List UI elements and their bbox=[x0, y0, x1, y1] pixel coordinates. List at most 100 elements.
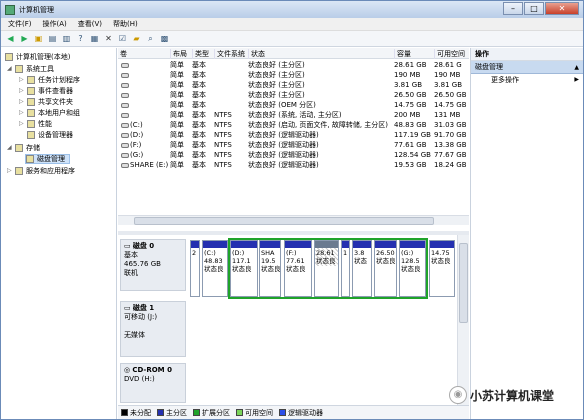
properties-icon[interactable]: ▥ bbox=[61, 33, 72, 44]
tree-event-viewer[interactable]: ▷ 事件查看器 bbox=[19, 86, 73, 96]
tree-disk-management[interactable]: 磁盘管理 bbox=[25, 154, 70, 164]
tools-icon bbox=[15, 65, 23, 73]
menu-file[interactable]: 文件(F) bbox=[8, 19, 32, 29]
table-row[interactable]: 简单 基本 状态良好 (主分区) 26.50 GB 26.50 GB bbox=[118, 91, 469, 100]
table-row[interactable]: (C:) 简单 基本 NTFS 状态良好 (启动, 页面文件, 故障转储, 主分区) 48… bbox=[118, 121, 469, 130]
collapse-icon[interactable]: ◢ bbox=[7, 64, 13, 74]
scrollbar-thumb[interactable] bbox=[134, 217, 434, 225]
partition-color-bar bbox=[430, 241, 454, 248]
tree-performance[interactable]: ▷ 性能 bbox=[19, 119, 52, 129]
tree-system-tools[interactable]: ◢ 系统工具 bbox=[7, 64, 54, 74]
search-icon[interactable]: ⌕ bbox=[145, 33, 156, 44]
column-free-space[interactable]: 可用空间 bbox=[434, 49, 469, 59]
expand-icon[interactable]: ▷ bbox=[19, 108, 25, 118]
check-icon[interactable]: ☑ bbox=[117, 33, 128, 44]
partition-label: 2 bbox=[191, 248, 199, 258]
column-type[interactable]: 类型 bbox=[192, 49, 214, 59]
cell-free: 13.38 GB bbox=[434, 141, 467, 149]
cell-type: 基本 bbox=[192, 131, 206, 139]
actions-pane: 操作 磁盘管理 ▲ 更多操作 ▶ bbox=[470, 48, 583, 419]
delete-icon[interactable]: ✕ bbox=[103, 33, 114, 44]
more-actions[interactable]: 更多操作 ▶ bbox=[471, 74, 583, 86]
table-row[interactable]: (G:) 简单 基本 NTFS 状态良好 (逻辑驱动器) 128.54 GB 77.67 G… bbox=[118, 151, 469, 160]
expand-icon[interactable]: ▷ bbox=[19, 75, 25, 85]
column-volume[interactable]: 卷 bbox=[118, 49, 170, 59]
forward-icon[interactable]: ▶ bbox=[19, 33, 30, 44]
minimize-button[interactable]: – bbox=[503, 2, 523, 15]
tree-services[interactable]: ▷ 服务和应用程序 bbox=[7, 166, 75, 176]
table-row[interactable]: 简单 基本 状态良好 (OEM 分区) 14.75 GB 14.75 GB bbox=[118, 101, 469, 110]
tree-task-scheduler[interactable]: ▷ 任务计划程序 bbox=[19, 75, 80, 85]
table-row[interactable]: 简单 基本 状态良好 (主分区) 3.81 GB 3.81 GB bbox=[118, 81, 469, 90]
scrollbar-thumb[interactable] bbox=[459, 243, 468, 323]
maximize-button[interactable]: □ bbox=[524, 2, 544, 15]
table-row[interactable]: (D:) 简单 基本 NTFS 状态良好 (逻辑驱动器) 117.19 GB 91.70 G… bbox=[118, 131, 469, 140]
settings-icon[interactable]: ▩ bbox=[159, 33, 170, 44]
horizontal-scrollbar[interactable] bbox=[118, 215, 469, 225]
disk1-header[interactable]: ▭ 磁盘 1 可移动 (J:) 无媒体 bbox=[120, 301, 186, 357]
show-hide-tree-icon[interactable]: ▤ bbox=[47, 33, 58, 44]
open-folder-icon[interactable]: ▰ bbox=[131, 33, 142, 44]
title-bar: 计算机管理 – □ ✕ bbox=[1, 1, 583, 18]
volume-icon bbox=[121, 143, 129, 148]
expand-icon[interactable]: ▷ bbox=[19, 119, 25, 129]
expand-icon[interactable]: ▷ bbox=[7, 166, 13, 176]
tree-root[interactable]: 计算机管理(本地) bbox=[5, 52, 70, 62]
cell-layout: 简单 bbox=[170, 61, 184, 69]
cell-layout: 简单 bbox=[170, 151, 184, 159]
partition-block[interactable]: 2 bbox=[190, 240, 200, 297]
cell-cap: 190 MB bbox=[394, 71, 421, 79]
help-icon[interactable]: ? bbox=[75, 33, 86, 44]
tree-storage[interactable]: ◢ 存储 bbox=[7, 143, 40, 153]
menu-action[interactable]: 操作(A) bbox=[43, 19, 67, 29]
partition-block[interactable]: (C:) 48.83 状态良 bbox=[202, 240, 228, 297]
table-row[interactable]: 简单 基本 状态良好 (主分区) 28.61 GB 28.61 G bbox=[118, 61, 469, 70]
shared-folder-icon bbox=[27, 98, 35, 106]
cdrom-header[interactable]: ◎ CD-ROM 0 DVD (H:) bbox=[120, 363, 186, 403]
partition-block[interactable]: 14.75 状态良 bbox=[429, 240, 455, 297]
cell-cap: 14.75 GB bbox=[394, 101, 427, 109]
cell-status: 状态良好 (逻辑驱动器) bbox=[248, 151, 319, 159]
tree-local-users[interactable]: ▷ 本地用户和组 bbox=[19, 108, 80, 118]
menu-help[interactable]: 帮助(H) bbox=[113, 19, 138, 29]
back-icon[interactable]: ◀ bbox=[5, 33, 16, 44]
expand-icon[interactable]: ▷ bbox=[19, 97, 25, 107]
collapse-icon[interactable]: ◢ bbox=[7, 143, 13, 153]
table-row[interactable]: 简单 基本 状态良好 (主分区) 190 MB 190 MB bbox=[118, 71, 469, 80]
tree-device-manager[interactable]: 设备管理器 bbox=[27, 130, 73, 140]
tree-event-viewer-label: 事件查看器 bbox=[38, 87, 73, 95]
volume-icon bbox=[121, 113, 129, 118]
expand-icon[interactable]: ▷ bbox=[19, 86, 25, 96]
menu-view[interactable]: 查看(V) bbox=[78, 19, 102, 29]
cell-type: 基本 bbox=[192, 81, 206, 89]
cell-name: (D:) bbox=[130, 131, 144, 139]
cell-cap: 19.53 GB bbox=[394, 161, 427, 169]
tree-storage-label: 存储 bbox=[26, 144, 40, 152]
partition-color-bar bbox=[203, 241, 227, 248]
column-status[interactable]: 状态 bbox=[248, 49, 394, 59]
table-row[interactable]: SHARE (E:) 简单 基本 NTFS 状态良好 (逻辑驱动器) 19.53 GB 18… bbox=[118, 161, 469, 170]
table-row[interactable]: (F:) 简单 基本 NTFS 状态良好 (逻辑驱动器) 77.61 GB 13.38 GB bbox=[118, 141, 469, 150]
cell-layout: 简单 bbox=[170, 81, 184, 89]
column-filesystem[interactable]: 文件系统 bbox=[214, 49, 248, 59]
partition-line: 14.75 bbox=[431, 249, 450, 257]
list-view-icon[interactable]: ▦ bbox=[89, 33, 100, 44]
navigation-tree: 计算机管理(本地) ◢ 系统工具 ▷ 任务计划程序 ▷ 事件查看器 ▷ 共享文件… bbox=[1, 48, 117, 419]
collapse-arrow-icon[interactable]: ▲ bbox=[574, 61, 579, 74]
volume-icon bbox=[121, 123, 129, 128]
tree-shared-folders[interactable]: ▷ 共享文件夹 bbox=[19, 97, 73, 107]
cell-fs: NTFS bbox=[214, 111, 232, 119]
table-row[interactable]: 简单 基本 NTFS 状态良好 (系统, 活动, 主分区) 200 MB 131 MB bbox=[118, 111, 469, 120]
disk0-header[interactable]: ▭ 磁盘 0 基本 465.76 GB 联机 bbox=[120, 239, 186, 291]
actions-section-disk-management[interactable]: 磁盘管理 ▲ bbox=[471, 61, 583, 74]
up-folder-icon[interactable]: ▣ bbox=[33, 33, 44, 44]
cell-type: 基本 bbox=[192, 101, 206, 109]
watermark-text: 小苏计算机课堂 bbox=[470, 388, 555, 403]
vertical-scrollbar[interactable] bbox=[457, 235, 469, 405]
legend-label: 逻辑驱动器 bbox=[288, 408, 323, 417]
column-layout[interactable]: 布局 bbox=[170, 49, 192, 59]
cell-name: SHARE (E:) bbox=[130, 161, 169, 169]
close-button[interactable]: ✕ bbox=[545, 2, 579, 15]
column-capacity[interactable]: 容量 bbox=[394, 49, 434, 59]
legend-item: 逻辑驱动器 bbox=[279, 408, 323, 418]
